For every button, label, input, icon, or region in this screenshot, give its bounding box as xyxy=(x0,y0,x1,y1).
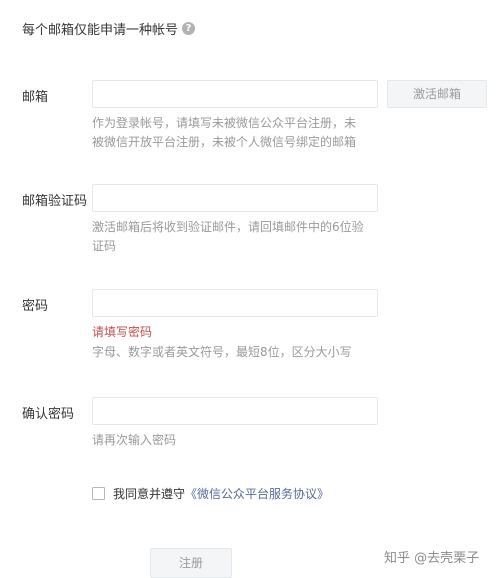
register-button[interactable]: 注册 xyxy=(150,548,232,578)
password-input[interactable] xyxy=(92,289,378,317)
watermark: 知乎 @去壳栗子 xyxy=(384,551,480,566)
confirm-label: 确认密码 xyxy=(22,407,75,422)
email-input[interactable] xyxy=(92,80,378,108)
agreement-text: 我同意并遵守 xyxy=(113,487,186,501)
password-error: 请填写密码 xyxy=(92,325,153,339)
email-label: 邮箱 xyxy=(22,90,49,105)
question-circle-icon[interactable]: ? xyxy=(182,22,196,35)
notice-text: 每个邮箱仅能申请一种帐号 xyxy=(22,23,179,38)
agreement-link[interactable]: 《微信公众平台服务协议》 xyxy=(185,485,329,502)
account-notice: 每个邮箱仅能申请一种帐号 ? xyxy=(22,19,196,38)
confirm-password-input[interactable] xyxy=(92,397,378,425)
password-hint: 字母、数字或者英文符号，最短8位，区分大小写 xyxy=(92,345,352,359)
password-label: 密码 xyxy=(22,299,49,314)
agreement-row: 我同意并遵守 《微信公众平台服务协议》 xyxy=(92,485,329,502)
agreement-checkbox[interactable] xyxy=(92,487,105,500)
code-hint: 激活邮箱后将收到验证邮件，请回填邮件中的6位验证码 xyxy=(92,220,364,253)
email-hint: 作为登录帐号，请填写未被微信公众平台注册，未被微信开放平台注册，未被个人微信号绑… xyxy=(92,116,357,149)
code-input[interactable] xyxy=(92,184,378,212)
activate-email-button[interactable]: 激活邮箱 xyxy=(387,80,487,108)
confirm-hint: 请再次输入密码 xyxy=(92,433,177,447)
code-label: 邮箱验证码 xyxy=(22,194,88,209)
